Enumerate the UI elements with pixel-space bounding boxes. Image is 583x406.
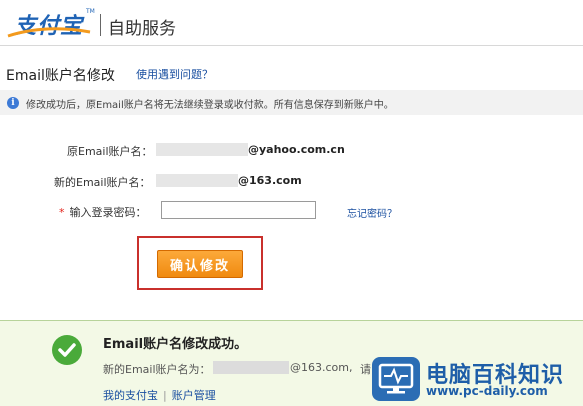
- watermark: 电脑百科知识 www.pc-daily.com: [372, 355, 582, 403]
- password-label: 输入登录密码：: [69, 206, 147, 219]
- success-links: 我的支付宝 | 账户管理: [103, 387, 216, 403]
- logo-swoosh-icon: [7, 27, 91, 38]
- check-mark-icon: [58, 343, 76, 357]
- old-email-value: @yahoo.com.cn: [248, 143, 345, 156]
- notice-bar: i 修改成功后，原Email账户名将无法继续登录或收付款。所有信息保存到新账户中…: [0, 90, 583, 115]
- watermark-url: www.pc-daily.com: [426, 384, 548, 398]
- logo-trademark: TM: [86, 8, 95, 15]
- header-divider: [100, 14, 101, 36]
- password-input[interactable]: [161, 201, 316, 219]
- header: 支付宝 TM 自助服务: [0, 0, 583, 45]
- success-redacted: [213, 361, 289, 374]
- help-link[interactable]: 使用遇到问题？: [136, 66, 213, 82]
- page-title: 自助服务: [108, 19, 176, 39]
- success-tail-text: 请: [360, 363, 371, 376]
- monitor-pulse-icon: [378, 363, 414, 394]
- new-email-value: @163.com: [238, 174, 302, 187]
- old-email-redacted: [156, 143, 248, 156]
- new-email-redacted: [156, 174, 238, 187]
- monitor-icon: [372, 357, 420, 401]
- info-icon: i: [7, 97, 19, 109]
- forgot-password-link[interactable]: 忘记密码？: [347, 205, 397, 220]
- success-title: Email账户名修改成功。: [103, 337, 248, 352]
- password-label-row: * 输入登录密码：: [59, 204, 147, 220]
- success-new-label: 新的Email账户名为：: [103, 363, 211, 376]
- success-new-value: @163.com,: [290, 361, 353, 374]
- account-management-link[interactable]: 账户管理: [172, 389, 216, 402]
- new-email-label: 新的Email账户名：: [54, 176, 151, 189]
- notice-text: 修改成功后，原Email账户名将无法继续登录或收付款。所有信息保存到新账户中。: [26, 100, 394, 111]
- confirm-button[interactable]: 确认修改: [157, 250, 243, 278]
- header-divider-line: [0, 45, 583, 46]
- check-icon: [52, 335, 82, 365]
- old-email-label: 原Email账户名：: [67, 145, 153, 158]
- section-title: Email账户名修改: [6, 68, 115, 84]
- required-mark: *: [59, 206, 65, 219]
- link-separator: |: [163, 389, 167, 402]
- alipay-logo[interactable]: 支付宝 TM: [6, 6, 95, 39]
- my-alipay-link[interactable]: 我的支付宝: [103, 389, 158, 402]
